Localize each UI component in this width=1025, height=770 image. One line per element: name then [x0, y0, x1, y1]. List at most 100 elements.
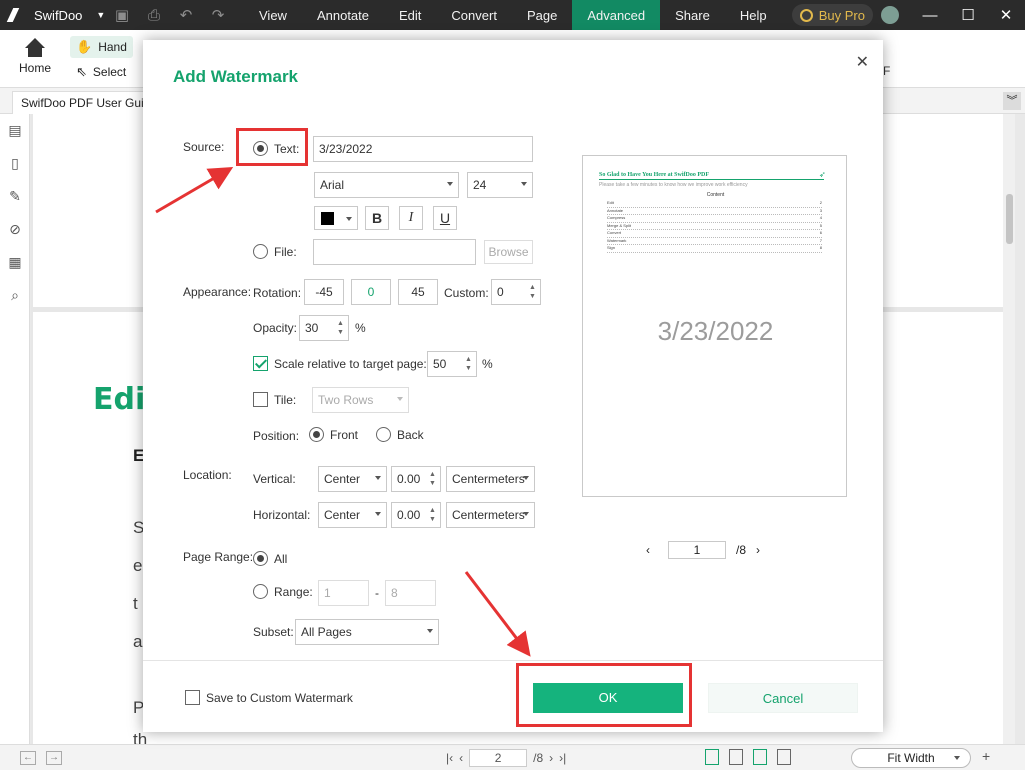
preview-toc-item: Sign: [607, 245, 616, 250]
custom-rotation-stepper[interactable]: 0 ▲ ▼: [491, 279, 541, 305]
watermark-text-input[interactable]: 3/23/2022: [313, 136, 533, 162]
italic-button[interactable]: I: [399, 206, 423, 230]
preview-page-nav: ‹ 1 /8 ›: [646, 541, 760, 559]
continuous-view-icon[interactable]: [753, 749, 767, 765]
save-custom-checkbox[interactable]: [185, 690, 200, 705]
document-tab[interactable]: SwifDoo PDF User Guide: [12, 91, 146, 114]
back-arrow-icon[interactable]: ←: [20, 750, 36, 765]
first-page-icon[interactable]: |‹: [446, 751, 453, 765]
file-path-input[interactable]: [313, 239, 476, 265]
avatar[interactable]: [881, 6, 899, 24]
chevron-down-icon: [375, 512, 381, 516]
preview-page-input[interactable]: 1: [668, 541, 726, 559]
opacity-stepper[interactable]: 30 ▲ ▼: [299, 315, 349, 341]
app-logo[interactable]: SwifDoo ▼: [0, 8, 106, 23]
cursor-icon: ⇖: [76, 64, 87, 79]
subset-select[interactable]: All Pages: [295, 619, 439, 645]
spinner-arrows-icon[interactable]: ▲ ▼: [428, 506, 437, 524]
forward-arrow-icon[interactable]: →: [46, 750, 62, 765]
undo-icon[interactable]: ↶: [170, 6, 202, 24]
menu-view[interactable]: View: [244, 0, 302, 30]
opacity-value: 30: [305, 321, 319, 335]
chevron-down-icon: [427, 629, 433, 633]
horizontal-align-select[interactable]: Center: [318, 502, 387, 528]
watermark-panel-icon[interactable]: ▦: [0, 246, 30, 279]
font-size-select[interactable]: 24: [467, 172, 533, 198]
menu-page[interactable]: Page: [512, 0, 572, 30]
bold-button[interactable]: B: [365, 206, 389, 230]
search-icon[interactable]: ⌕: [0, 279, 30, 312]
menu-edit[interactable]: Edit: [384, 0, 436, 30]
prev-page-icon[interactable]: ‹: [646, 543, 650, 557]
two-page-view-icon[interactable]: [729, 749, 743, 765]
next-page-icon[interactable]: ›: [756, 543, 760, 557]
rotation-preset-0[interactable]: 0: [351, 279, 391, 305]
page-number-input[interactable]: 2: [469, 749, 528, 767]
font-select[interactable]: Arial: [314, 172, 459, 198]
range-from-input[interactable]: 1: [318, 580, 369, 606]
text-color-picker[interactable]: [314, 206, 358, 230]
minimize-icon[interactable]: —: [911, 7, 949, 24]
next-page-icon[interactable]: ›: [549, 751, 553, 765]
print-icon[interactable]: ⎙: [138, 7, 170, 24]
home-button[interactable]: Home: [16, 38, 54, 75]
prev-page-icon[interactable]: ‹: [459, 751, 463, 765]
underline-button[interactable]: U: [433, 206, 457, 230]
save-icon[interactable]: ▣: [106, 6, 138, 24]
font-size-value: 24: [473, 178, 487, 192]
tabs-chevron-icon[interactable]: ︾: [1003, 92, 1021, 110]
vertical-align-select[interactable]: Center: [318, 466, 387, 492]
page-range-custom-radio[interactable]: [253, 584, 268, 599]
chevron-down-icon[interactable]: ▼: [96, 10, 105, 20]
zoom-in-icon[interactable]: +: [982, 748, 990, 764]
spinner-arrows-icon[interactable]: ▲ ▼: [528, 283, 537, 301]
spinner-arrows-icon[interactable]: ▲ ▼: [428, 470, 437, 488]
page-range-all-radio[interactable]: [253, 551, 268, 566]
preview-toc-row: Edit 2: [607, 200, 822, 208]
redo-icon[interactable]: ↷: [202, 6, 234, 24]
tile-checkbox[interactable]: [253, 392, 268, 407]
close-icon[interactable]: ✕: [856, 52, 869, 72]
grid-view-icon[interactable]: [777, 749, 791, 765]
browse-button[interactable]: Browse: [484, 240, 533, 264]
rotation-preset-45[interactable]: 45: [398, 279, 438, 305]
menu-advanced[interactable]: Advanced: [572, 0, 661, 30]
position-back-radio[interactable]: [376, 427, 391, 442]
zoom-select[interactable]: Fit Width: [851, 748, 971, 768]
menu-help[interactable]: Help: [725, 0, 782, 30]
rotation-preset-minus45[interactable]: -45: [304, 279, 344, 305]
attachment-icon[interactable]: ⊘: [0, 213, 30, 246]
scale-percent: %: [482, 357, 493, 371]
thumbnail-icon[interactable]: ▤: [0, 114, 30, 147]
select-tool-button[interactable]: ⇖ Select: [70, 61, 132, 83]
single-page-view-icon[interactable]: [705, 749, 719, 765]
vertical-offset-value: 0.00: [397, 472, 421, 486]
spinner-arrows-icon[interactable]: ▲ ▼: [336, 319, 345, 337]
vertical-offset-stepper[interactable]: 0.00 ▲ ▼: [391, 466, 441, 492]
horizontal-unit-select[interactable]: Centermeters: [446, 502, 535, 528]
last-page-icon[interactable]: ›|: [559, 751, 566, 765]
cancel-button[interactable]: Cancel: [708, 683, 858, 713]
document-scrollbar[interactable]: [1003, 114, 1015, 744]
annotation-list-icon[interactable]: ✎: [0, 180, 30, 213]
scrollbar-thumb[interactable]: [1006, 194, 1013, 244]
preview-toc-item: Convert: [607, 230, 622, 235]
hand-tool-button[interactable]: ✋ Hand: [70, 36, 133, 58]
range-to-input[interactable]: 8: [385, 580, 436, 606]
maximize-icon[interactable]: ☐: [949, 6, 987, 24]
highlight-ok-button: [516, 663, 692, 727]
buy-pro-button[interactable]: Buy Pro: [791, 4, 873, 26]
bookmark-panel-icon[interactable]: ▯: [0, 147, 30, 180]
horizontal-offset-stepper[interactable]: 0.00 ▲ ▼: [391, 502, 441, 528]
scale-stepper[interactable]: 50 ▲ ▼: [427, 351, 477, 377]
vertical-unit-select[interactable]: Centermeters: [446, 466, 535, 492]
spinner-arrows-icon[interactable]: ▲ ▼: [464, 355, 473, 373]
menu-share[interactable]: Share: [660, 0, 725, 30]
position-front-radio[interactable]: [309, 427, 324, 442]
source-file-radio[interactable]: [253, 244, 268, 259]
menu-convert[interactable]: Convert: [436, 0, 512, 30]
scale-checkbox[interactable]: [253, 356, 268, 371]
close-window-icon[interactable]: ✕: [987, 6, 1025, 24]
menu-annotate[interactable]: Annotate: [302, 0, 384, 30]
tile-select[interactable]: Two Rows: [312, 387, 409, 413]
